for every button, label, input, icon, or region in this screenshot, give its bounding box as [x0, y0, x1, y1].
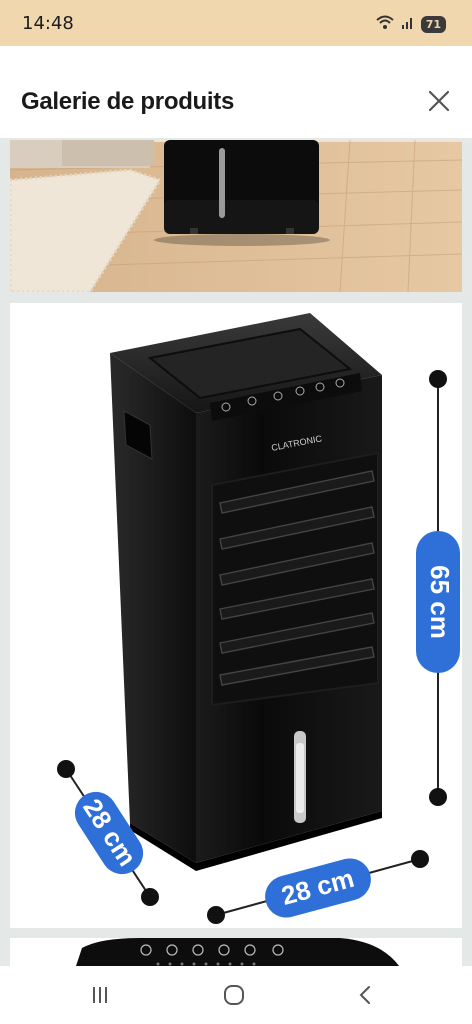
- header: Galerie de produits: [0, 46, 472, 138]
- home-button[interactable]: [214, 980, 254, 1010]
- status-icons: 71: [375, 14, 446, 34]
- svg-text:65 cm: 65 cm: [425, 565, 455, 639]
- status-time: 14:48: [22, 13, 74, 34]
- product-photo-room[interactable]: [10, 140, 462, 292]
- recent-apps-button[interactable]: [80, 980, 120, 1010]
- product-photo-control-panel[interactable]: [10, 938, 462, 966]
- page-title: Galerie de produits: [21, 88, 235, 115]
- battery-icon: 71: [420, 15, 446, 33]
- product-photo-dimensions[interactable]: CLATRONIC 65 cm 28 cm 28 cm: [10, 303, 462, 928]
- image-gallery[interactable]: CLATRONIC 65 cm 28 cm 28 cm: [0, 138, 472, 966]
- signal-icon: [401, 15, 415, 34]
- status-bar: 14:48 71: [0, 0, 472, 46]
- wifi-icon: [375, 14, 395, 35]
- back-icon: [359, 986, 370, 1004]
- close-icon: [428, 90, 450, 112]
- home-icon: [224, 985, 244, 1005]
- navigation-bar: [0, 966, 472, 1024]
- close-button[interactable]: [424, 86, 454, 116]
- recent-apps-icon: [93, 987, 107, 1003]
- back-button[interactable]: [346, 980, 386, 1010]
